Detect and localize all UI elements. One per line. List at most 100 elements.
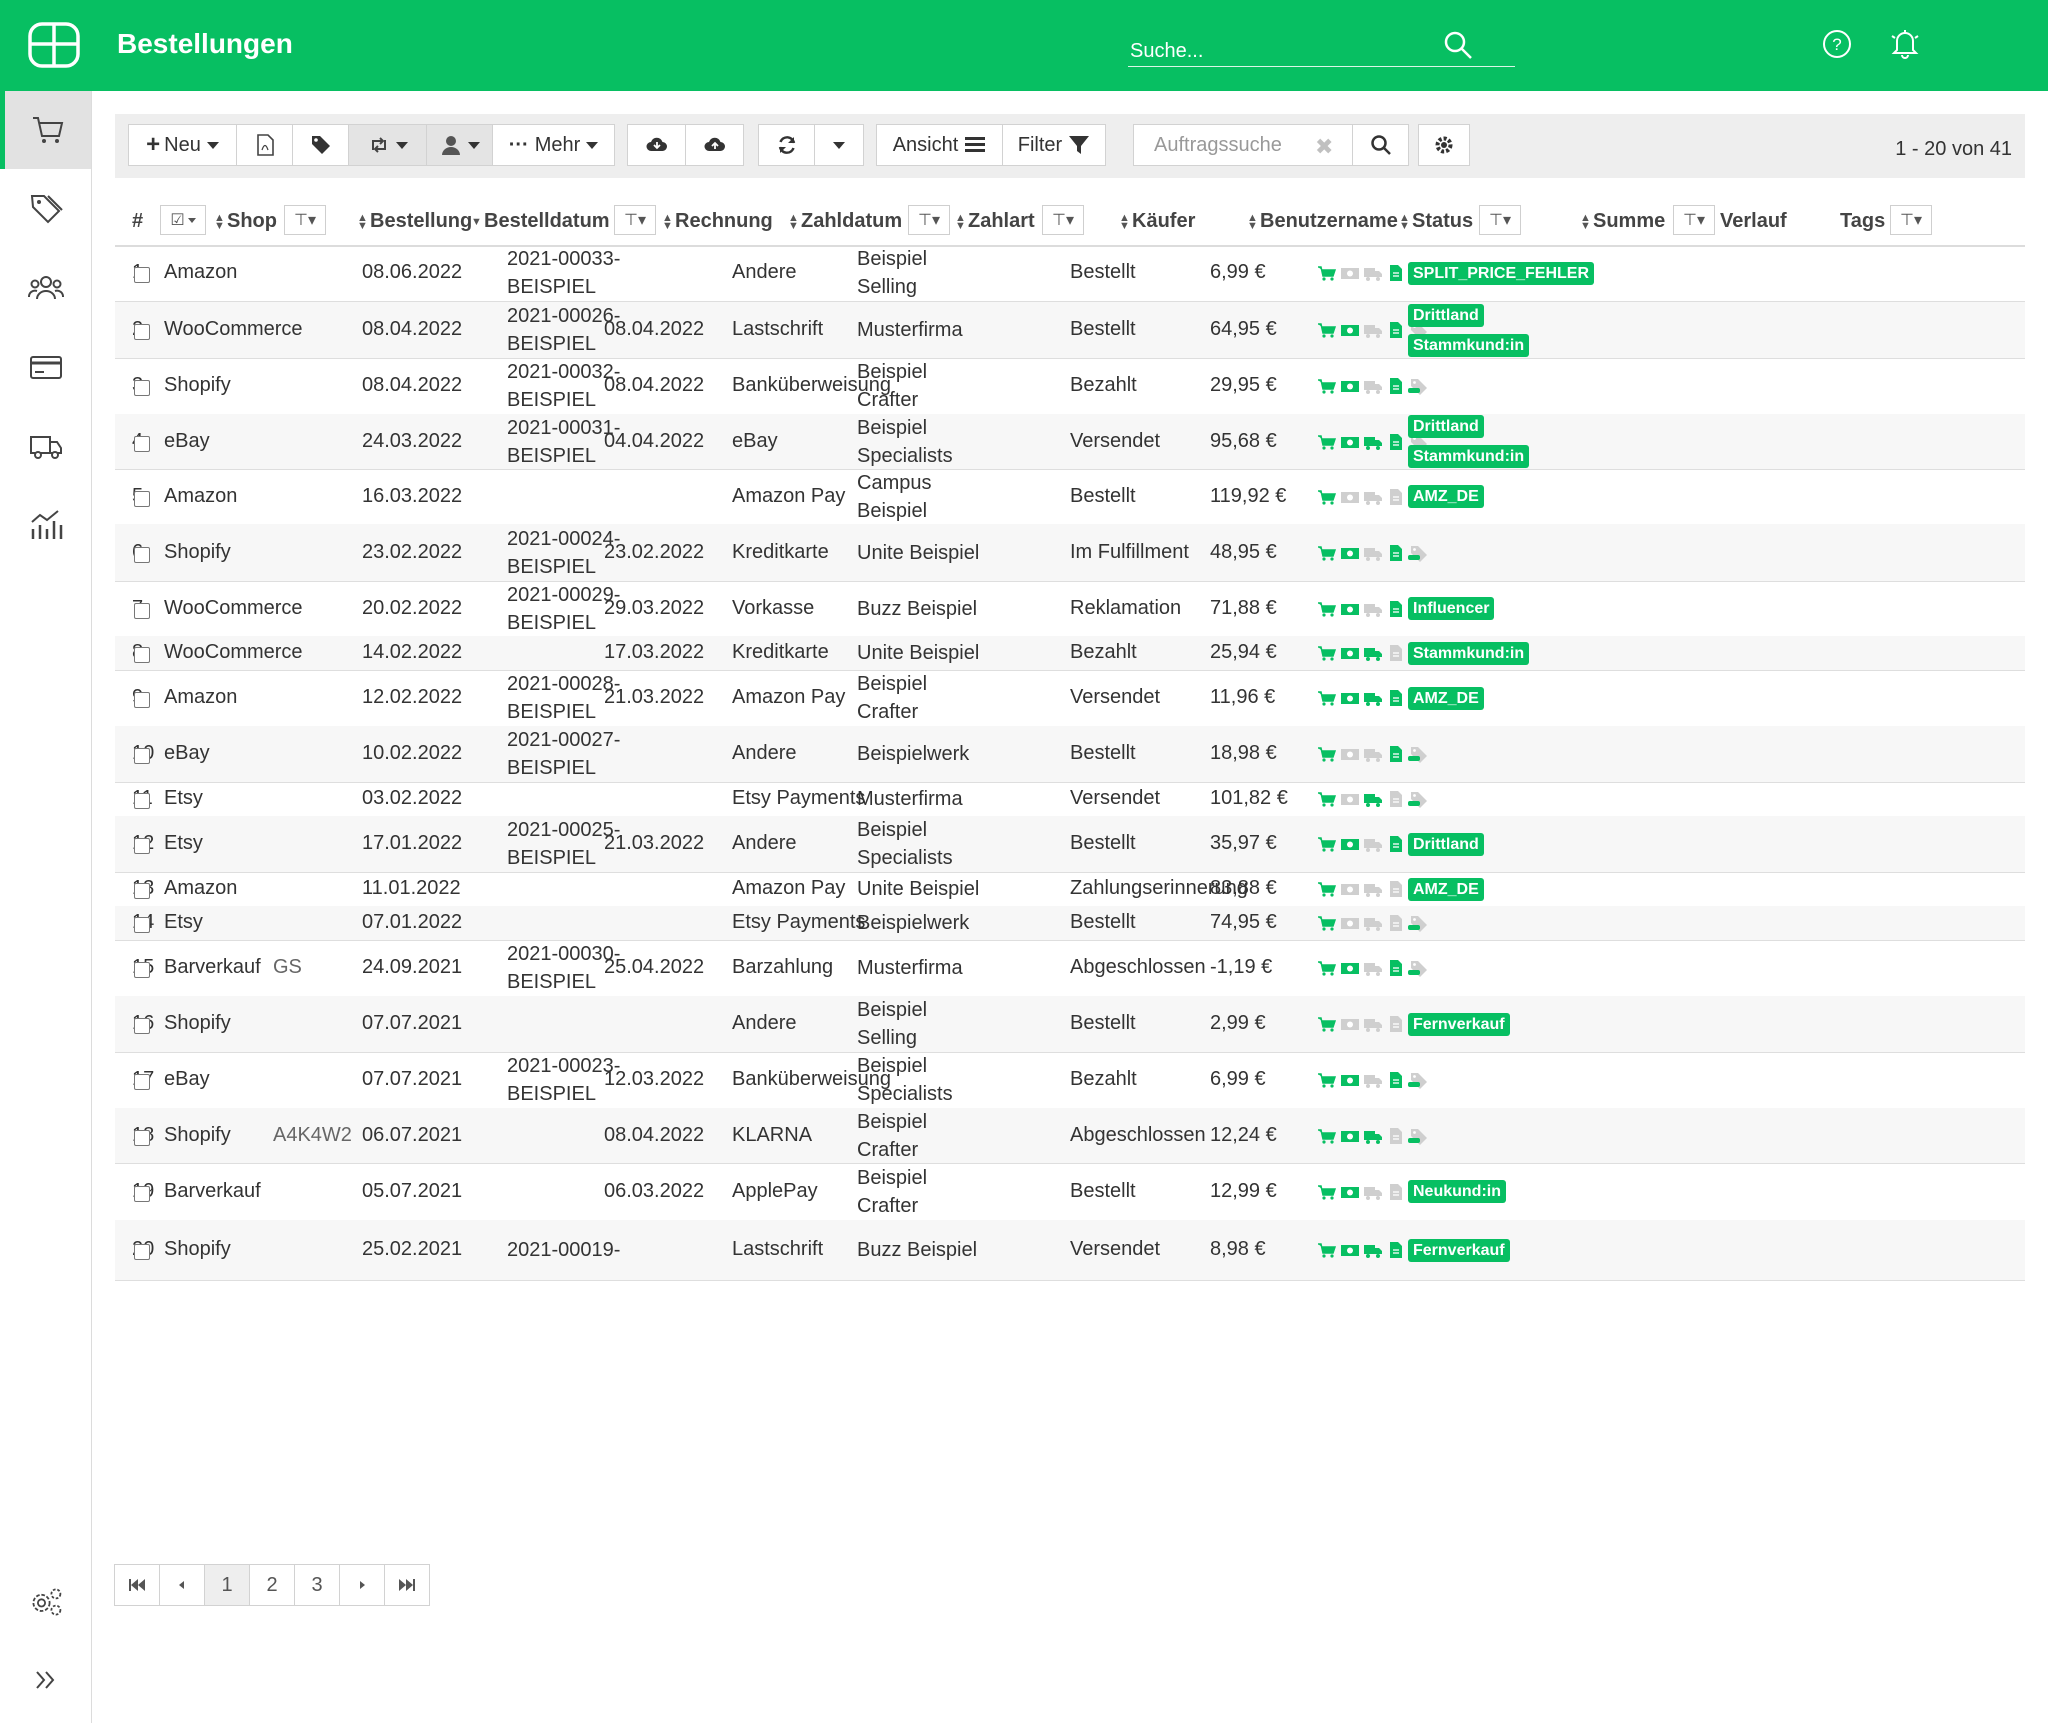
table-row[interactable]: 8WooCommerce14.02.202217.03.2022Kreditka… [115,636,2025,671]
invoice-icon[interactable] [1386,488,1406,506]
table-row[interactable]: 9Amazon12.02.20222021-00028-BEISPIEL21.0… [115,670,2025,727]
row-checkbox[interactable] [134,917,150,933]
order-placed-icon[interactable] [1317,1183,1337,1201]
row-checkbox[interactable] [134,692,150,708]
shipped-icon[interactable] [1363,1241,1383,1259]
table-row[interactable]: 1Amazon08.06.20222021-00033-BEISPIELAnde… [115,245,2025,302]
table-row[interactable]: 10eBay10.02.20222021-00027-BEISPIELAnder… [115,726,2025,783]
new-order-button[interactable]: + Neu [128,124,237,166]
sidebar-item-customers[interactable] [0,249,91,327]
table-row[interactable]: 4eBay24.03.20222021-00031-BEISPIEL04.04.… [115,414,2025,470]
invoice-icon[interactable] [1386,1127,1406,1145]
col-order[interactable]: ▲ ▼ Bestellung [357,210,472,233]
shipped-icon[interactable] [1363,880,1383,898]
invoice-icon[interactable] [1386,959,1406,977]
table-row[interactable]: 11Etsy03.02.2022Etsy PaymentsMusterfirma… [115,782,2025,817]
shipped-icon[interactable] [1363,544,1383,562]
shipped-icon[interactable] [1363,1127,1383,1145]
help-icon[interactable]: ? [1822,29,1852,59]
order-placed-icon[interactable] [1317,600,1337,618]
first-page-button[interactable] [114,1564,160,1606]
col-shop[interactable]: ▲ ▼ Shop [214,210,277,233]
order-search-button[interactable] [1352,124,1409,166]
shipped-icon[interactable] [1363,790,1383,808]
payment-icon[interactable] [1340,1015,1360,1033]
tag-badge[interactable]: Fernverkauf [1408,1012,1510,1036]
row-checkbox[interactable] [134,793,150,809]
refresh-options-button[interactable] [814,124,864,166]
sidebar-expand[interactable] [0,1641,91,1719]
next-page-button[interactable] [339,1564,385,1606]
invoice-icon[interactable] [1386,790,1406,808]
row-checkbox[interactable] [134,748,150,764]
sidebar-item-products[interactable] [0,170,91,248]
sidebar-item-analytics[interactable] [0,486,91,564]
page-button-2[interactable]: 2 [249,1564,295,1606]
payment-icon[interactable] [1340,959,1360,977]
shipped-icon[interactable] [1363,600,1383,618]
col-status[interactable]: ▲ ▼ Status [1399,210,1473,233]
page-button-3[interactable]: 3 [294,1564,340,1606]
order-placed-icon[interactable] [1317,644,1337,662]
cloud-upload-button[interactable] [685,124,744,166]
order-placed-icon[interactable] [1317,835,1337,853]
table-row[interactable]: 17eBay07.07.20212021-00023-BEISPIEL12.03… [115,1052,2025,1109]
order-placed-icon[interactable] [1317,1127,1337,1145]
payment-icon[interactable] [1340,1183,1360,1201]
table-row[interactable]: 6Shopify23.02.20222021-00024-BEISPIEL23.… [115,524,2025,582]
row-checkbox[interactable] [134,546,150,563]
col-order-date[interactable]: ▼ Bestelldatum [471,210,610,233]
payment-icon[interactable] [1340,377,1360,395]
payment-icon[interactable] [1340,1127,1360,1145]
col-pay-date[interactable]: ▲ ▼ Zahldatum [788,210,902,233]
shipped-icon[interactable] [1363,1071,1383,1089]
billbee-logo[interactable] [28,22,80,68]
tag-badge[interactable]: Stammkund:in [1408,641,1530,665]
order-date-filter-button[interactable]: ⊤▾ [614,205,656,235]
prev-page-button[interactable] [159,1564,205,1606]
shipped-icon[interactable] [1363,1015,1383,1033]
sum-filter-button[interactable]: ⊤▾ [1673,205,1715,235]
status-filter-button[interactable]: ⊤▾ [1479,205,1521,235]
payment-icon[interactable] [1340,689,1360,707]
order-placed-icon[interactable] [1317,321,1337,339]
order-placed-icon[interactable] [1317,544,1337,562]
sidebar-settings[interactable] [0,1563,91,1641]
shipped-icon[interactable] [1363,835,1383,853]
page-button-1[interactable]: 1 [204,1564,250,1606]
more-button[interactable]: ··· Mehr [492,124,615,166]
payment-icon[interactable] [1340,1071,1360,1089]
row-checkbox[interactable] [134,883,150,899]
select-all-checkbox[interactable]: ☑ [160,205,206,235]
pay-method-filter-button[interactable]: ⊤▾ [1042,205,1084,235]
shipped-icon[interactable] [1363,488,1383,506]
tag-badge[interactable]: Stammkund:in [1408,445,1530,468]
payment-icon[interactable] [1340,745,1360,763]
tag-button[interactable] [292,124,349,166]
order-placed-icon[interactable] [1317,433,1337,451]
order-placed-icon[interactable] [1317,488,1337,506]
state-change-button[interactable] [348,124,427,166]
view-button[interactable]: Ansicht [876,124,1003,166]
order-placed-icon[interactable] [1317,1241,1337,1259]
last-page-button[interactable] [384,1564,430,1606]
row-checkbox[interactable] [134,380,150,396]
invoice-icon[interactable] [1386,600,1406,618]
col-pay-method[interactable]: ▲ ▼ Zahlart [955,210,1035,233]
tag-badge[interactable]: Drittland [1408,303,1484,327]
row-checkbox[interactable] [134,324,150,340]
tag-badge[interactable]: AMZ_DE [1408,877,1484,901]
tag-badge[interactable]: AMZ_DE [1408,686,1484,710]
shipped-icon[interactable] [1363,914,1383,932]
shipped-icon[interactable] [1363,689,1383,707]
invoice-icon[interactable] [1386,835,1406,853]
row-checkbox[interactable] [134,1018,150,1034]
shipped-icon[interactable] [1363,1183,1383,1201]
table-row[interactable]: 14Etsy07.01.2022Etsy PaymentsBeispielwer… [115,906,2025,941]
table-row[interactable]: 12Etsy17.01.20222021-00025-BEISPIEL21.03… [115,816,2025,873]
pay-date-filter-button[interactable]: ⊤▾ [908,205,950,235]
pdf-button[interactable] [236,124,293,166]
row-checkbox[interactable] [134,1074,150,1090]
table-row[interactable]: 20Shopify25.02.20212021-00019-Lastschrif… [115,1220,2025,1281]
tag-badge[interactable]: Stammkund:in [1408,333,1530,357]
